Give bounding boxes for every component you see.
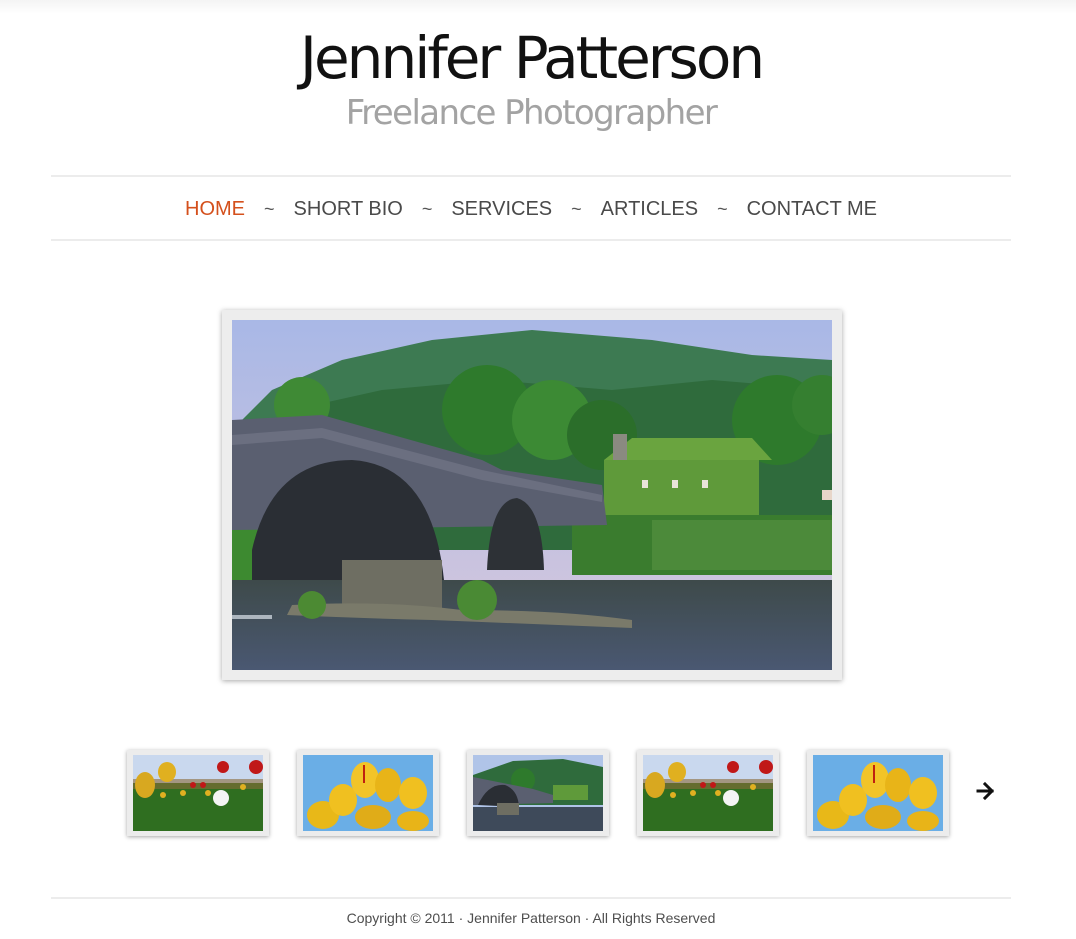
tulip-field-image — [643, 755, 773, 831]
nav-top-divider — [51, 175, 1011, 177]
nav-item-contact-me[interactable]: CONTACT ME — [747, 198, 877, 220]
arrow-right-icon[interactable] — [975, 779, 997, 803]
nav-separator: ~ — [421, 199, 433, 219]
footer-divider — [51, 897, 1011, 899]
site-title: Jennifer Patterson — [299, 24, 765, 92]
thumbnail-5[interactable] — [807, 750, 949, 836]
nav-item-home[interactable]: HOME — [185, 198, 245, 220]
main-nav: HOME ~ SHORT BIO ~ SERVICES ~ ARTICLES ~ CONTACT… — [0, 196, 1062, 222]
tulip-field-image — [133, 755, 263, 831]
thumbnail-3[interactable] — [467, 750, 609, 836]
nav-item-services[interactable]: SERVICES — [451, 198, 552, 220]
yellow-tulips-image — [303, 755, 433, 831]
nav-separator: ~ — [571, 199, 582, 219]
footer-copyright: Copyright © 2011 · Jennifer Patterson · … — [346, 910, 716, 926]
top-fade — [0, 0, 1076, 14]
nav-separator: ~ — [717, 199, 728, 219]
yellow-tulips-image — [813, 755, 943, 831]
nav-separator: ~ — [264, 199, 275, 219]
main-slide-frame — [222, 310, 842, 680]
thumbnail-4[interactable] — [637, 750, 779, 836]
stone-bridge-image — [473, 755, 603, 831]
nav-item-short-bio[interactable]: SHORT BIO — [294, 198, 403, 220]
main-slide-image — [232, 320, 832, 670]
nav-item-articles[interactable]: ARTICLES — [601, 198, 698, 220]
thumbnail-1[interactable] — [127, 750, 269, 836]
thumbnail-2[interactable] — [297, 750, 439, 836]
nav-bottom-divider — [51, 239, 1011, 241]
site-subtitle: Freelance Photographer — [345, 93, 718, 133]
